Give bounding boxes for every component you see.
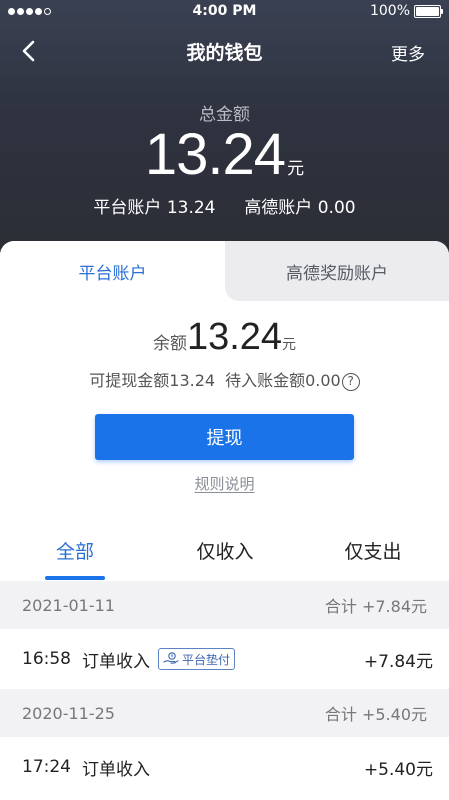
sub-account-summary: 平台账户 13.24 高德账户 0.00 <box>0 193 449 218</box>
question-circle-icon[interactable]: ? <box>341 373 360 391</box>
page-title: 我的钱包 <box>186 42 263 64</box>
transaction-row[interactable]: 17:24 订单收入 +5.40元 <box>0 737 449 797</box>
balance: 余额13.24元 <box>0 316 449 359</box>
transaction-type: 订单收入 <box>82 651 150 672</box>
tab-platform-account[interactable]: 平台账户 <box>0 241 225 301</box>
rules-link-wrap: 规则说明 <box>0 473 449 494</box>
total-amount-unit: 元 <box>287 159 305 179</box>
transaction-amount: +5.40元 <box>363 759 433 780</box>
status-bar: 4:00 PM 100% <box>0 0 449 24</box>
withdraw-info: 可提现金额13.24 待入账金额0.00? <box>0 367 449 391</box>
account-tabs: 平台账户 高德奖励账户 <box>0 241 449 301</box>
wallet-header: 4:00 PM 100% 我的钱包 更多 总金额 13.24 元 平台账户 13.… <box>0 0 449 280</box>
more-button[interactable]: 更多 <box>391 40 425 65</box>
total-amount: 13.24 元 <box>0 121 449 188</box>
date-group-header: 2020-11-25 合计 +5.40元 <box>0 689 449 737</box>
total-amount-value: 13.24 <box>144 122 286 187</box>
transaction-list: 2021-01-11 合计 +7.84元 16:58 订单收入 ¥ 平台垫付 +… <box>0 581 449 797</box>
filter-tabs: 全部 仅收入 仅支出 <box>0 521 449 581</box>
tab-expense-only[interactable]: 仅支出 <box>328 537 418 564</box>
withdrawable-label: 可提现金额 <box>89 371 170 390</box>
tab-gaode-reward-account[interactable]: 高德奖励账户 <box>211 241 449 301</box>
gaode-account-amount: 0.00 <box>317 198 356 218</box>
badge-label: 平台垫付 <box>182 652 231 667</box>
balance-unit: 元 <box>282 337 297 353</box>
balance-amount: 13.24 <box>186 316 283 358</box>
transaction-type: 订单收入 <box>82 759 150 780</box>
battery-icon <box>414 4 443 18</box>
nav-bar: 我的钱包 更多 <box>0 24 449 78</box>
tab-income-only[interactable]: 仅收入 <box>180 537 270 564</box>
transaction-amount: +7.84元 <box>363 651 433 672</box>
back-button[interactable] <box>14 36 44 66</box>
transaction-row[interactable]: 16:58 订单收入 ¥ 平台垫付 +7.84元 <box>0 629 449 689</box>
platform-advance-badge: ¥ 平台垫付 <box>158 648 236 670</box>
group-total: 合计 +5.40元 <box>324 705 427 724</box>
active-tab-indicator <box>45 576 105 580</box>
wallet-page: 4:00 PM 100% 我的钱包 更多 总金额 13.24 元 平台账户 13.… <box>0 0 449 800</box>
withdrawable-amount: 13.24 <box>169 371 216 390</box>
date-group-header: 2021-01-11 合计 +7.84元 <box>0 581 449 629</box>
platform-account-amount: 13.24 <box>166 198 216 218</box>
group-date: 2020-11-25 <box>22 703 115 723</box>
transaction-time: 17:24 <box>22 757 71 777</box>
hand-coin-icon: ¥ <box>163 652 179 664</box>
platform-account-label: 平台账户 <box>93 198 162 218</box>
pending-amount: 0.00 <box>305 371 341 390</box>
gaode-account-label: 高德账户 <box>244 198 313 218</box>
tab-all[interactable]: 全部 <box>40 537 110 564</box>
transaction-time: 16:58 <box>22 649 71 669</box>
rules-link[interactable]: 规则说明 <box>194 475 254 493</box>
group-total: 合计 +7.84元 <box>324 597 427 616</box>
pending-label: 待入账金额 <box>225 371 306 390</box>
battery-indicator: 100% <box>369 3 443 19</box>
withdraw-button[interactable]: 提现 <box>95 414 354 460</box>
group-date: 2021-01-11 <box>22 595 115 615</box>
svg-text:¥: ¥ <box>171 654 174 660</box>
balance-label: 余额 <box>152 334 187 354</box>
chevron-left-icon <box>22 40 35 62</box>
battery-percent: 100% <box>369 3 410 19</box>
